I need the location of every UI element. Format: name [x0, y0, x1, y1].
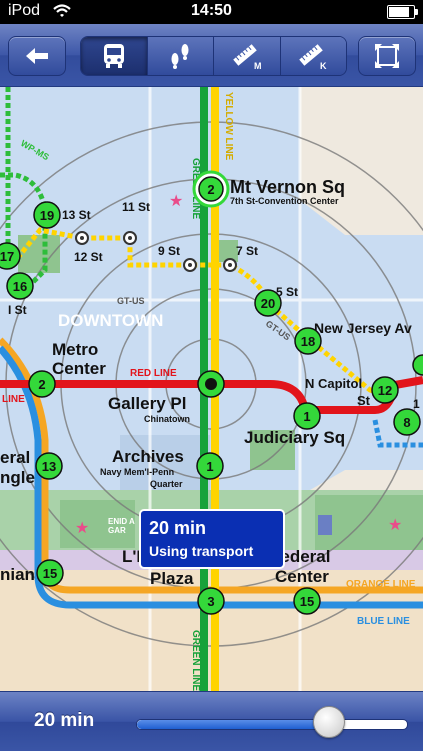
ruler-icon: M: [232, 44, 262, 70]
bottom-toolbar: 20 min: [0, 691, 423, 751]
svg-text:12: 12: [378, 383, 392, 398]
station-archives-sub-2: Quarter: [150, 479, 183, 489]
svg-text:2: 2: [207, 182, 214, 197]
back-arrow-icon: [26, 48, 48, 64]
downtown-label: DOWNTOWN: [58, 311, 163, 330]
distance-km-button[interactable]: K: [279, 37, 346, 75]
route-badge[interactable]: 17: [0, 242, 21, 270]
stop-9-st[interactable]: 9 St: [158, 244, 180, 258]
route-badge[interactable]: 3: [197, 587, 225, 615]
station-federal-triangle-2: ngle: [0, 468, 35, 487]
route-badge[interactable]: 12: [371, 376, 399, 404]
bus-icon: [103, 44, 124, 68]
station-smithsonian[interactable]: nian: [0, 565, 35, 584]
stop-new-jersey-av[interactable]: New Jersey Av: [314, 320, 412, 336]
stop-7-st[interactable]: 7 St: [236, 244, 258, 258]
enid-label: ENID A: [108, 517, 135, 526]
svg-text:16: 16: [13, 279, 27, 294]
svg-text:1: 1: [303, 409, 310, 424]
red-line-label: RED LINE: [130, 368, 177, 379]
stop-13-st[interactable]: 13 St: [62, 208, 91, 222]
route-badge[interactable]: 15: [293, 587, 321, 615]
red-line-label-left: LINE: [2, 394, 25, 405]
battery-icon: [387, 5, 418, 19]
station-gallery-sub: Chinatown: [144, 414, 190, 424]
travel-time-callout[interactable]: 20 min Using transport: [139, 509, 285, 569]
time-slider-thumb[interactable]: [312, 706, 345, 738]
svg-text:15: 15: [300, 594, 314, 609]
current-location-marker: [197, 370, 225, 398]
svg-text:1: 1: [206, 459, 213, 474]
mode-segmented-control: M K: [80, 36, 347, 76]
station-metro-center-2: Center: [52, 359, 106, 378]
selected-route-badge[interactable]: 2: [192, 170, 230, 208]
station-federal-center-2: Center: [275, 567, 329, 586]
svg-text:★: ★: [388, 517, 402, 534]
station-mt-vernon-sub: 7th St-Convention Center: [230, 196, 339, 206]
station-lenfant-2: Plaza: [150, 569, 194, 588]
top-toolbar: M K: [0, 24, 423, 87]
stop-n-capitol[interactable]: N Capitol: [305, 376, 362, 391]
stop-partial: 1: [413, 397, 420, 411]
route-badge[interactable]: 20: [254, 289, 282, 317]
route-badge[interactable]: 19: [33, 201, 61, 229]
svg-text:2: 2: [38, 377, 45, 392]
footprints-icon: [171, 44, 189, 69]
svg-text:13: 13: [42, 459, 56, 474]
svg-text:3: 3: [207, 594, 214, 609]
svg-text:★: ★: [75, 520, 89, 537]
fit-screen-button[interactable]: [358, 36, 416, 76]
svg-text:8: 8: [403, 415, 410, 430]
time-slider-fill: [137, 720, 329, 729]
stop-11-st[interactable]: 11 St: [122, 200, 150, 214]
station-archives-sub: Navy Mem'l-Penn: [100, 467, 174, 477]
time-radius-label: 20 min: [34, 710, 95, 731]
callout-time: 20 min: [149, 518, 206, 538]
enid-label-2: GAR: [108, 526, 126, 535]
stop-n-capitol-2: St: [357, 393, 371, 408]
route-badge[interactable]: 8: [393, 408, 421, 436]
callout-subtitle: Using transport: [149, 543, 254, 559]
route-badge[interactable]: 2: [28, 370, 56, 398]
route-badge[interactable]: 1: [196, 452, 224, 480]
svg-text:17: 17: [0, 249, 14, 264]
time-slider-track[interactable]: [136, 719, 408, 730]
gt-us-label: GT-US: [117, 296, 145, 306]
route-badge[interactable]: 13: [35, 452, 63, 480]
metro-map[interactable]: GREEN LINE YELLOW LINE GREEN LINE RED LI…: [0, 87, 423, 691]
svg-text:20: 20: [261, 296, 275, 311]
bus-mode-button[interactable]: [81, 37, 147, 75]
ruler-icon: K: [299, 44, 327, 70]
station-archives[interactable]: Archives: [112, 447, 184, 466]
walk-mode-button[interactable]: [146, 37, 213, 75]
station-metro-center[interactable]: Metro: [52, 340, 98, 359]
fit-screen-icon: [375, 44, 399, 68]
stop-i-st[interactable]: I St: [8, 303, 27, 317]
distance-miles-button[interactable]: M: [213, 37, 280, 75]
station-judiciary-sq[interactable]: Judiciary Sq: [244, 428, 345, 447]
stop-12-st[interactable]: 12 St: [74, 250, 103, 264]
station-gallery-pl[interactable]: Gallery Pl: [108, 394, 186, 413]
status-bar: iPod 14:50: [0, 0, 423, 24]
svg-text:M: M: [254, 61, 262, 70]
svg-text:18: 18: [301, 334, 315, 349]
station-federal-triangle[interactable]: eral: [0, 448, 30, 467]
svg-text:19: 19: [40, 208, 54, 223]
route-badge[interactable]: 18: [294, 327, 322, 355]
yellow-line-label: YELLOW LINE: [223, 92, 234, 161]
svg-text:K: K: [320, 61, 327, 70]
orange-line-label: ORANGE LINE: [346, 579, 416, 590]
svg-text:★: ★: [169, 193, 183, 210]
station-mt-vernon[interactable]: Mt Vernon Sq: [230, 177, 345, 197]
route-badge[interactable]: 15: [36, 559, 64, 587]
route-badge[interactable]: 1: [293, 402, 321, 430]
back-button[interactable]: [8, 36, 66, 76]
route-badge[interactable]: 16: [6, 272, 34, 300]
svg-text:15: 15: [43, 566, 57, 581]
clock: 14:50: [191, 2, 232, 19]
green-line-label-bottom: GREEN LINE: [190, 630, 201, 691]
blue-line-label: BLUE LINE: [357, 616, 410, 627]
